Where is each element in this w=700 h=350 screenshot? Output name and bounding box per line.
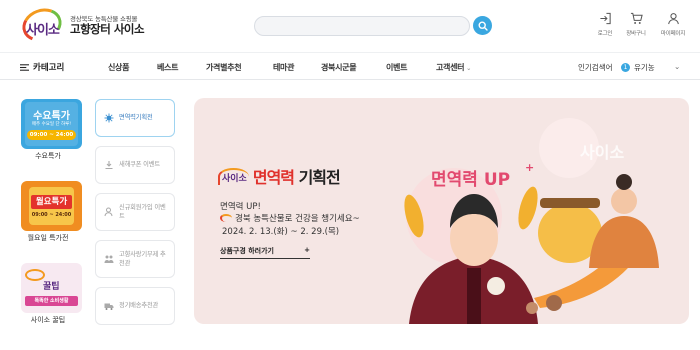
search-icon <box>477 20 488 31</box>
hamburger-icon <box>20 63 29 71</box>
monday-deal-label[interactable]: 월요일 특가전 <box>8 233 88 243</box>
wednesday-deal-card[interactable]: 수요특가 매주 수요일 단 하루! 09:00 ~ 24:00 <box>21 99 82 149</box>
login-icon <box>599 12 611 25</box>
virus-icon <box>104 113 114 123</box>
banner-illustration: 면역력 UP + 사이소 <box>404 118 659 324</box>
saiso-logo-icon <box>220 214 232 222</box>
nav-best[interactable]: 베스트 <box>157 62 178 73</box>
saiso-logo-mark: 사이소 <box>17 3 67 47</box>
banner-art-plus: + <box>525 161 534 174</box>
site-header: 사이소 경상북도 농특산물 쇼핑몰 고향장터 사이소 로그인 장바구니 마이페이… <box>0 0 700 52</box>
nav-regional-malls[interactable]: 경북시군몰 <box>321 62 357 73</box>
site-logo[interactable]: 사이소 경상북도 농특산물 쇼핑몰 고향장터 사이소 <box>17 3 145 47</box>
tab-newyear-coupon[interactable]: 새해쿠폰 이벤트 <box>95 146 175 184</box>
truck-icon <box>104 303 114 310</box>
nav-events[interactable]: 이벤트 <box>386 62 407 73</box>
monday-deal-card[interactable]: 월요특가 09:00 ~ 24:00 <box>21 181 82 231</box>
saiso-logo-mark: 사이소 <box>218 167 249 185</box>
user-icon <box>667 13 679 25</box>
saiso-logo-icon <box>25 269 45 281</box>
people-icon <box>104 255 114 263</box>
nav-new-products[interactable]: 신상품 <box>108 62 129 73</box>
category-menu-button[interactable]: 카테고리 <box>20 61 64 73</box>
saiso-watermark: 사이소 <box>580 143 624 162</box>
banner-date-range: 2024. 2. 13.(화) ~ 2. 29.(목) <box>222 227 340 237</box>
tab-signup-event[interactable]: 신규회원가입 이벤트 <box>95 193 175 231</box>
banner-art-text: 면역력 UP <box>431 170 510 190</box>
saiso-tip-label[interactable]: 사이소 꿀팁 <box>8 315 88 325</box>
download-icon <box>105 161 113 170</box>
popular-search-label: 인기검색어 <box>578 63 613 72</box>
search-button[interactable] <box>473 16 492 35</box>
banner-title: 면역력 기획전 <box>252 168 341 187</box>
search-input[interactable] <box>254 16 470 36</box>
user-plus-icon <box>104 207 113 217</box>
banner-headline: 면역력 UP! <box>220 202 261 212</box>
mypage-link[interactable]: 마이페이지 <box>653 12 693 37</box>
main-nav: 카테고리 신상품 베스트 가격별추천 테마관 경북시군몰 이벤트 고객센터 ⌄ 인… <box>0 52 700 80</box>
banner-description: 경북 농특산물로 건강을 챙기세요~ <box>235 214 360 224</box>
saiso-tip-card[interactable]: 꿀팁 똑똑한 소비생활 <box>21 263 82 313</box>
tab-immunity-exhibition[interactable]: 면역력기획전 <box>95 99 175 137</box>
wednesday-deal-label[interactable]: 수요특가 <box>8 151 88 161</box>
nav-theme[interactable]: 테마관 <box>273 62 294 73</box>
cart-icon <box>630 12 643 24</box>
tab-subscription-delivery[interactable]: 정기배송추천관 <box>95 287 175 325</box>
cart-link[interactable]: 장바구니 <box>616 12 656 37</box>
logo-title: 고향장터 사이소 <box>70 22 145 37</box>
banner-cta-link[interactable]: 상품구경 하러가기 + <box>220 246 310 259</box>
tab-hometown-donation[interactable]: 고향사랑기부제 추천관 <box>95 240 175 278</box>
chevron-down-icon[interactable]: ⌄ <box>674 62 680 71</box>
nav-customer-center[interactable]: 고객센터 ⌄ <box>436 62 471 73</box>
chevron-down-icon: ⌄ <box>466 65 471 72</box>
popular-search-term[interactable]: 1 유기농 <box>621 62 655 73</box>
nav-price-picks[interactable]: 가격별추천 <box>206 62 242 73</box>
hero-banner[interactable]: 사이소 면역력 기획전 면역력 UP! 경북 농특산물로 건강을 챙기세요~ 2… <box>194 98 689 324</box>
